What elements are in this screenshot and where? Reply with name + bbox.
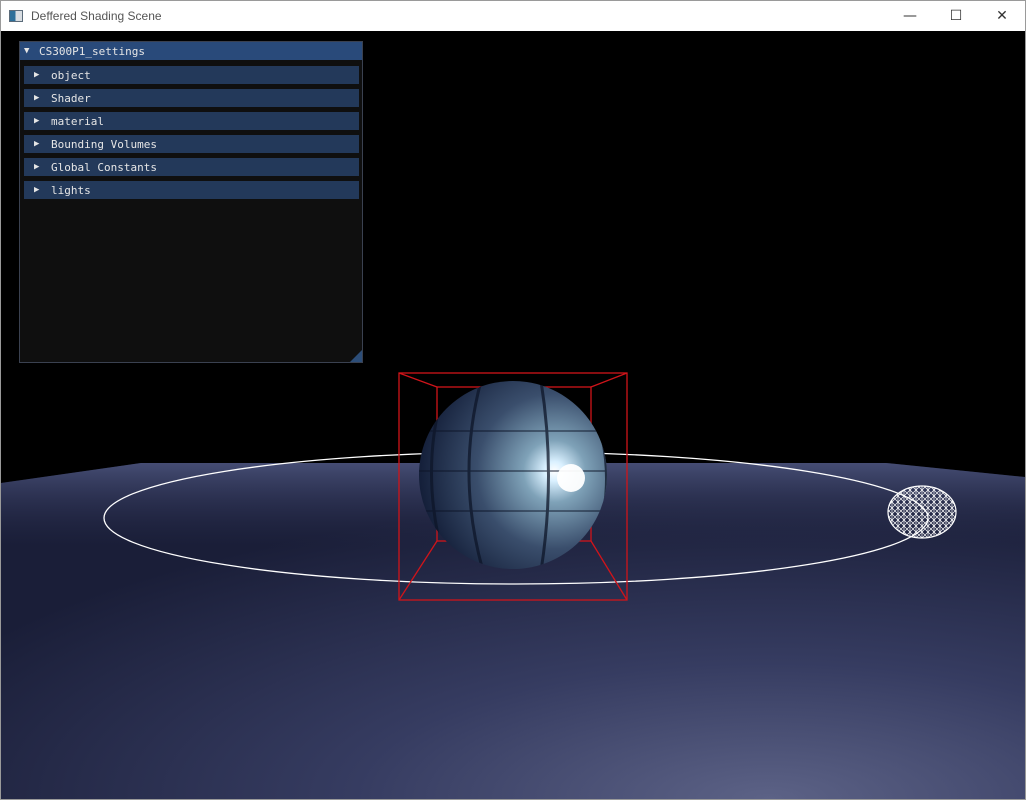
expand-arrow-icon: ▶ <box>34 70 40 80</box>
settings-header-label: lights <box>51 183 91 197</box>
settings-panel-titlebar[interactable]: ▼ CS300P1_settings <box>20 42 362 60</box>
close-icon: ✕ <box>996 8 1008 24</box>
settings-panel-title: CS300P1_settings <box>39 44 145 58</box>
maximize-icon: ☐ <box>949 8 963 24</box>
app-window: Deffered Shading Scene — ☐ ✕ ▼ CS300P1_s… <box>0 0 1026 800</box>
expand-arrow-icon: ▶ <box>34 185 40 195</box>
settings-header-material[interactable]: ▶ material <box>24 112 359 130</box>
settings-header-label: Bounding Volumes <box>51 137 157 151</box>
app-icon <box>9 10 23 22</box>
expand-arrow-icon: ▶ <box>34 116 40 126</box>
settings-header-label: Global Constants <box>51 160 157 174</box>
minimize-icon: — <box>903 8 917 24</box>
settings-header-object[interactable]: ▶ object <box>24 66 359 84</box>
settings-header-label: material <box>51 114 104 128</box>
settings-header-label: Shader <box>51 91 91 105</box>
expand-arrow-icon: ▶ <box>34 93 40 103</box>
settings-header-bounding-volumes[interactable]: ▶ Bounding Volumes <box>24 135 359 153</box>
expand-arrow-icon: ▶ <box>34 139 40 149</box>
settings-header-shader[interactable]: ▶ Shader <box>24 89 359 107</box>
minimize-button[interactable]: — <box>887 1 933 31</box>
settings-panel[interactable]: ▼ CS300P1_settings ▶ object ▶ Shader ▶ m… <box>19 41 363 363</box>
window-controls: — ☐ ✕ <box>887 1 1025 31</box>
resize-grip-icon[interactable] <box>350 350 362 362</box>
title-bar[interactable]: Deffered Shading Scene — ☐ ✕ <box>1 1 1025 31</box>
expand-arrow-icon: ▶ <box>34 162 40 172</box>
settings-header-label: object <box>51 68 91 82</box>
settings-header-global-constants[interactable]: ▶ Global Constants <box>24 158 359 176</box>
maximize-button[interactable]: ☐ <box>933 1 979 31</box>
close-button[interactable]: ✕ <box>979 1 1025 31</box>
window-title: Deffered Shading Scene <box>31 9 162 23</box>
collapse-arrow-icon[interactable]: ▼ <box>24 46 33 56</box>
render-viewport[interactable]: ▼ CS300P1_settings ▶ object ▶ Shader ▶ m… <box>1 31 1025 799</box>
light-source-sphere[interactable] <box>887 485 957 539</box>
settings-header-lights[interactable]: ▶ lights <box>24 181 359 199</box>
